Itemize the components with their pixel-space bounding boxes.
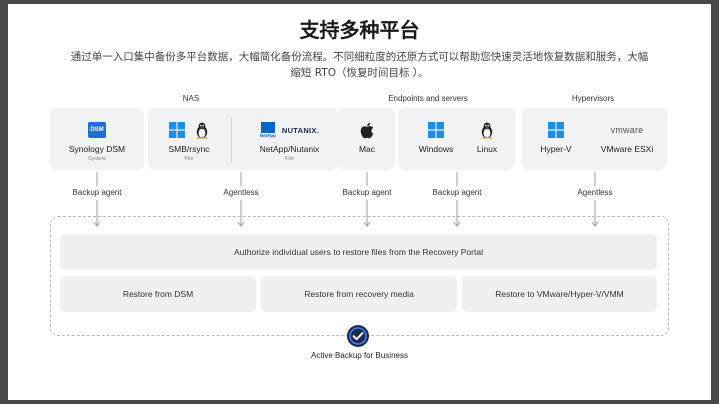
active-backup-logo-icon [347,325,369,347]
restore-recovery-media-option: Restore from recovery media [261,276,457,312]
agent-label-mac: Backup agent [342,188,392,197]
restore-from-dsm-option: Restore from DSM [60,276,256,312]
product-name: Active Backup for Business [311,351,408,360]
agent-label-dsm: Backup agent [72,188,122,197]
watermark: 加勒比考斯 [622,380,713,399]
restore-to-vm-option: Restore to VMware/Hyper-V/VMM [462,276,657,312]
slide: 支持多种平台 通过单一入口集中备份多平台数据，大幅简化备份流程。不同细粒度的还原… [8,4,711,400]
agent-label-nas-files: Agentless [223,188,259,197]
restore-portal-option: Authorize individual users to restore fi… [60,234,657,270]
agent-label-hypervisors: Agentless [577,188,613,197]
agent-label-windows-linux: Backup agent [432,188,482,197]
